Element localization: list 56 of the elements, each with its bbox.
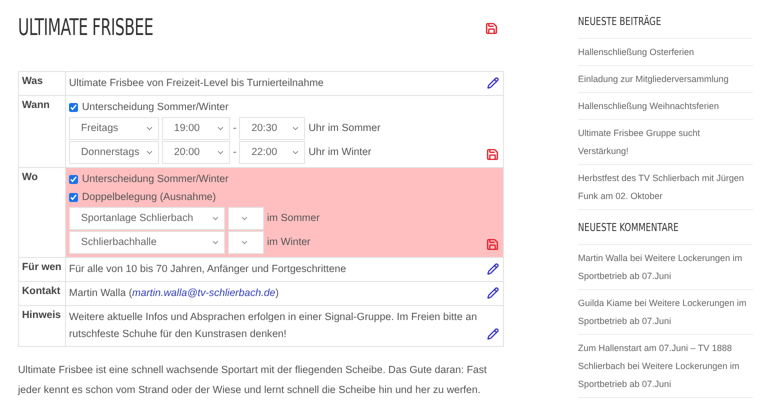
- time-note: Uhr im Sommer: [308, 122, 381, 136]
- pencil-icon[interactable]: [487, 263, 499, 275]
- detail-text: Weitere aktuelle Infos und Absprachen erfolgen in einer Signal-Gruppe. Im Freien bitte an rutschfeste Schuhe für den Kunstrasen denken!: [69, 311, 478, 342]
- checkbox-label: Doppelbelegung (Ausnahme): [82, 191, 216, 205]
- chevron-icon: [291, 124, 300, 133]
- email-link[interactable]: martin.walla@tv-schlierbach.de: [132, 288, 276, 299]
- sidebar-link[interactable]: Hallenschließung Osterferien: [578, 39, 753, 66]
- checkbox[interactable]: [69, 103, 78, 112]
- page-title: ULTIMATE FRISBEE: [18, 15, 154, 41]
- select-field[interactable]: 19:00: [162, 117, 230, 140]
- detail-text: Ultimate Frisbee von Freizeit-Level bis Turnierteilnahme: [69, 77, 325, 91]
- sidebar-link[interactable]: Hallenschließung Weihnachtsferien: [578, 93, 753, 120]
- save-icon[interactable]: [486, 238, 499, 251]
- checkbox[interactable]: [69, 193, 78, 202]
- sidebar-link[interactable]: Ultimate Frisbee Gruppe sucht Verstärkung!: [578, 120, 753, 165]
- chevron-icon: [145, 124, 154, 133]
- sidebar-link[interactable]: Guilda Kiame bei Weitere Lockerungen im Sportbetrieb ab 07.Juni: [578, 290, 753, 335]
- season-note: im Winter: [267, 236, 310, 250]
- checkbox-label: Unterscheidung Sommer/Winter: [82, 173, 228, 187]
- select-field[interactable]: [228, 231, 264, 254]
- dash-text: -: [233, 146, 236, 160]
- description-text: Ultimate Frisbee ist eine schnell wachsende Sportart mit der fliegenden Scheibe. Das Gute daran: Fast jeder kennt es schon vom Strand oder der Wiese und lernt schnell die Scheibe hin und her zu werfen.: [18, 364, 488, 398]
- chevron-icon: [240, 214, 249, 223]
- chevron-icon: [216, 124, 225, 133]
- select-field[interactable]: [228, 207, 264, 230]
- chevron-icon: [145, 148, 154, 157]
- contact-text: Martin Walla (martin.walla@tv-schlierbach.de): [69, 287, 280, 301]
- select-field[interactable]: 20:30: [239, 117, 306, 140]
- checkbox[interactable]: [69, 175, 78, 184]
- chevron-icon: [240, 238, 249, 247]
- chevron-icon: [291, 148, 300, 157]
- chevron-icon: [211, 214, 220, 223]
- sidebar-link[interactable]: Herbstfest des TV Schlierbach mit Jürgen Funk am 02. Oktober: [578, 165, 753, 210]
- season-note: im Sommer: [267, 212, 320, 226]
- select-field[interactable]: Donnerstags: [69, 141, 159, 164]
- select-field[interactable]: Freitags: [69, 117, 159, 140]
- pencil-icon[interactable]: [487, 77, 499, 89]
- checkbox-label: Unterscheidung Sommer/Winter: [82, 101, 228, 115]
- time-note: Uhr im Winter: [308, 146, 372, 160]
- select-field[interactable]: 20:00: [162, 141, 230, 164]
- sidebar-link[interactable]: Zum Hallenstart am 07.Juni – TV 1888 Schlierbach bei Weitere Lockerungen im Sportbetrieb ab 07.Juni: [578, 335, 753, 398]
- save-icon[interactable]: [485, 22, 498, 34]
- pencil-icon[interactable]: [487, 287, 499, 299]
- detail-text: Für alle von 10 bis 70 Jahren, Anfänger und Fortgeschrittene: [69, 263, 348, 277]
- select-field[interactable]: Sportanlage Schlierbach: [69, 207, 225, 230]
- sidebar-link[interactable]: Martin Walla bei Weitere Lockerungen im Sportbetrieb ab 07.Juni: [578, 245, 753, 290]
- select-field[interactable]: Schlierbachhalle: [69, 231, 225, 254]
- sidebar-link[interactable]: Einladung zur Mitgliederversammlung: [578, 66, 753, 93]
- chevron-icon: [216, 148, 225, 157]
- chevron-icon: [211, 238, 220, 247]
- select-field[interactable]: 22:00: [239, 141, 306, 164]
- widget-heading: NEUESTE KOMMENTARE: [578, 218, 752, 245]
- widget-heading: NEUESTE BEITRÄGE: [578, 12, 752, 39]
- pencil-icon[interactable]: [487, 328, 499, 340]
- save-icon[interactable]: [486, 148, 499, 161]
- dash-text: -: [233, 122, 236, 136]
